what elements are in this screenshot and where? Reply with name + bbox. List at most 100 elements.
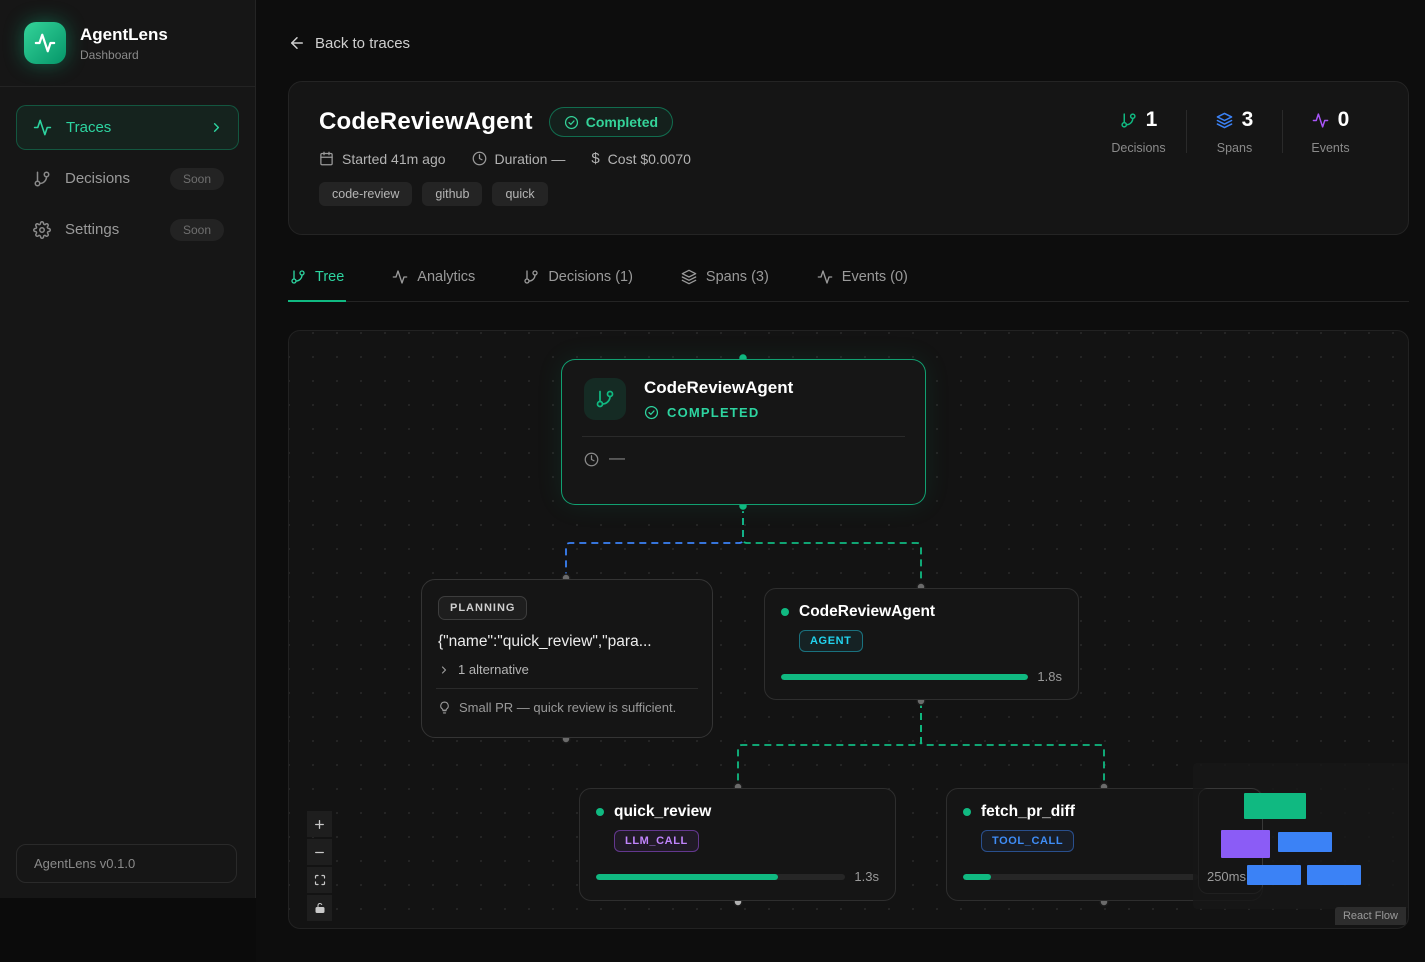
tag-list: code-review github quick: [319, 182, 1378, 206]
tab-label: Tree: [315, 269, 344, 285]
tab-analytics[interactable]: Analytics: [390, 263, 477, 302]
stat-label: Spans: [1187, 141, 1282, 155]
gear-icon: [33, 221, 51, 239]
node-title: fetch_pr_diff: [981, 803, 1075, 821]
status-dot: [781, 608, 789, 616]
tab-decisions[interactable]: Decisions (1): [521, 263, 635, 302]
app-name: AgentLens: [80, 25, 168, 45]
activity-icon: [34, 32, 56, 54]
trace-header-card: CodeReviewAgent Completed Started 41m ag…: [288, 81, 1409, 235]
tab-label: Analytics: [417, 269, 475, 285]
sidebar-item-settings[interactable]: Settings Soon: [16, 207, 239, 252]
duration-label: 1.3s: [854, 869, 879, 884]
sidebar-header: AgentLens Dashboard: [0, 0, 255, 87]
minimap-node-fetch-pr-diff: [1307, 865, 1361, 885]
stat-spans: 3 Spans: [1187, 108, 1282, 155]
node-root-agent[interactable]: CodeReviewAgent COMPLETED —: [561, 359, 926, 505]
fit-view-button[interactable]: [307, 867, 332, 893]
stat-value: 1: [1146, 108, 1158, 132]
activity-icon: [392, 269, 408, 285]
node-title: CodeReviewAgent: [644, 378, 793, 398]
status-label: Completed: [586, 114, 658, 130]
git-branch-icon: [523, 269, 539, 285]
layers-icon: [1216, 112, 1233, 129]
divider: [436, 688, 698, 689]
node-planning-decision[interactable]: PLANNING {"name":"quick_review","para...…: [421, 579, 713, 738]
node-status: COMPLETED: [667, 405, 759, 420]
sidebar: AgentLens Dashboard Traces Decisions Soo…: [0, 0, 256, 898]
chevron-right-icon: [209, 120, 224, 135]
tab-label: Spans (3): [706, 269, 769, 285]
layers-icon: [681, 269, 697, 285]
trace-stats: 1 Decisions 3 Spans: [1091, 108, 1378, 155]
git-branch-icon: [1120, 112, 1137, 129]
sidebar-item-label: Traces: [66, 119, 195, 136]
git-branch-icon: [33, 170, 51, 188]
app-logo: [24, 22, 66, 64]
status-badge: Completed: [549, 107, 673, 137]
arrow-left-icon: [288, 34, 306, 52]
zoom-out-button[interactable]: [307, 839, 332, 865]
duration-label: 1.8s: [1037, 669, 1062, 684]
alternatives-toggle[interactable]: 1 alternative: [438, 662, 696, 677]
lock-button[interactable]: [307, 895, 332, 921]
lightbulb-icon: [438, 701, 451, 714]
git-branch-icon: [290, 269, 306, 285]
sidebar-item-traces[interactable]: Traces: [16, 105, 239, 150]
clock-icon: [472, 151, 487, 166]
tab-label: Events (0): [842, 269, 908, 285]
clock-icon: [584, 452, 599, 467]
plus-icon: [313, 818, 326, 831]
app-root: AgentLens Dashboard Traces Decisions Soo…: [0, 0, 1425, 962]
tab-spans[interactable]: Spans (3): [679, 263, 771, 302]
node-quick-review[interactable]: quick_review LLM_CALL 1.3s: [579, 788, 896, 901]
span-type-badge: TOOL_CALL: [981, 830, 1074, 852]
status-dot: [596, 808, 604, 816]
tag: quick: [492, 182, 547, 206]
maximize-icon: [314, 874, 326, 886]
divider: [582, 436, 905, 437]
flow-controls: [307, 811, 332, 921]
react-flow-attribution[interactable]: React Flow: [1335, 907, 1406, 925]
duration-bar: [963, 874, 1198, 880]
dollar-icon: $: [591, 150, 599, 167]
flow-minimap[interactable]: [1193, 763, 1409, 909]
tab-events[interactable]: Events (0): [815, 263, 910, 302]
stat-label: Decisions: [1091, 141, 1186, 155]
activity-icon: [1312, 112, 1329, 129]
node-title: CodeReviewAgent: [799, 603, 935, 621]
calendar-icon: [319, 151, 334, 166]
sidebar-item-label: Settings: [65, 221, 156, 238]
alternatives-label: 1 alternative: [458, 662, 529, 677]
node-duration: —: [609, 450, 625, 468]
main-content: Back to traces CodeReviewAgent Completed: [256, 0, 1425, 962]
trace-title: CodeReviewAgent: [319, 108, 533, 136]
git-branch-icon: [584, 378, 626, 420]
sidebar-item-decisions[interactable]: Decisions Soon: [16, 156, 239, 201]
stat-value: 3: [1242, 108, 1254, 132]
stat-value: 0: [1338, 108, 1350, 132]
back-to-traces-link[interactable]: Back to traces: [288, 34, 410, 52]
lock-icon: [314, 902, 326, 914]
minimap-node-agent: [1278, 832, 1332, 852]
duration-bar: [596, 874, 845, 880]
started-meta: Started 41m ago: [319, 151, 446, 167]
decision-type-badge: PLANNING: [438, 596, 527, 620]
activity-icon: [817, 269, 833, 285]
stat-events: 0 Events: [1283, 108, 1378, 155]
sidebar-nav: Traces Decisions Soon Settings Soon: [0, 87, 255, 270]
duration-bar: [781, 674, 1028, 680]
stat-decisions: 1 Decisions: [1091, 108, 1186, 155]
sidebar-item-label: Decisions: [65, 170, 156, 187]
minimap-node-quick-review: [1247, 865, 1301, 885]
activity-icon: [33, 118, 52, 137]
flow-canvas[interactable]: CodeReviewAgent COMPLETED —: [288, 330, 1409, 929]
tab-tree[interactable]: Tree: [288, 263, 346, 302]
tab-bar: Tree Analytics Decisions (1) Spans (3): [288, 263, 1409, 302]
status-dot: [963, 808, 971, 816]
chevron-right-icon: [438, 664, 450, 676]
zoom-in-button[interactable]: [307, 811, 332, 837]
node-agent-span[interactable]: CodeReviewAgent AGENT 1.8s: [764, 588, 1079, 700]
back-label: Back to traces: [315, 35, 410, 52]
duration-meta: Duration —: [472, 151, 566, 167]
